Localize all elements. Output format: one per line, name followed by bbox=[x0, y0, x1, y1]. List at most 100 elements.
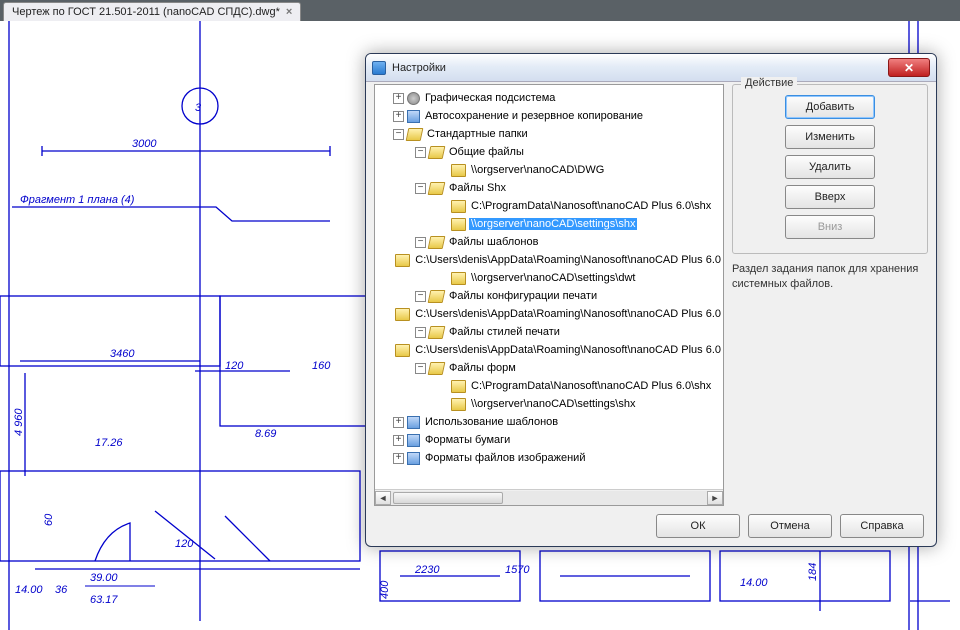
tree-row[interactable]: − Файлы стилей печати bbox=[375, 323, 723, 341]
svg-text:1570: 1570 bbox=[505, 564, 530, 576]
tree-row[interactable]: \\orgserver\nanoCAD\DWG bbox=[375, 161, 723, 179]
expand-icon[interactable]: − bbox=[415, 291, 426, 302]
tree-label: Графическая подсистема bbox=[423, 92, 557, 104]
scroll-right-icon[interactable]: ► bbox=[707, 491, 723, 505]
folder-open-icon bbox=[428, 236, 446, 249]
svg-text:Фрагмент 1 плана (4): Фрагмент 1 плана (4) bbox=[20, 194, 135, 206]
tree-label: Использование шаблонов bbox=[423, 416, 560, 428]
expand-icon[interactable]: − bbox=[415, 183, 426, 194]
tree-label: Общие файлы bbox=[447, 146, 526, 158]
folder-closed-icon bbox=[451, 398, 466, 411]
tree-row[interactable]: + Форматы бумаги bbox=[375, 431, 723, 449]
move-up-button[interactable]: Вверх bbox=[785, 185, 875, 209]
tree-row[interactable]: −Файлы шаблонов bbox=[375, 233, 723, 251]
tree-label: \\orgserver\nanoCAD\settings\shx bbox=[469, 398, 637, 410]
tree-label: \\orgserver\nanoCAD\settings\shx bbox=[469, 218, 637, 230]
folder-closed-icon bbox=[451, 164, 466, 177]
svg-text:14.00: 14.00 bbox=[15, 584, 43, 596]
tree-label: Форматы файлов изображений bbox=[423, 452, 587, 464]
svg-text:63.17: 63.17 bbox=[90, 594, 118, 606]
tree-row[interactable]: \\orgserver\nanoCAD\settings\shx bbox=[375, 215, 723, 233]
dialog-titlebar[interactable]: Настройки ✕ bbox=[366, 54, 936, 82]
tree-row[interactable]: + Использование шаблонов bbox=[375, 413, 723, 431]
expand-icon[interactable]: − bbox=[415, 327, 426, 338]
scroll-thumb[interactable] bbox=[393, 492, 503, 504]
disk-icon bbox=[407, 416, 420, 429]
expand-icon[interactable]: − bbox=[415, 147, 426, 158]
tree-row[interactable]: \\orgserver\nanoCAD\settings\shx bbox=[375, 395, 723, 413]
folder-open-icon bbox=[428, 182, 446, 195]
expand-icon[interactable]: + bbox=[393, 453, 404, 464]
folder-closed-icon bbox=[451, 218, 466, 231]
svg-text:39.00: 39.00 bbox=[90, 572, 118, 584]
tree-row[interactable]: + Форматы файлов изображений bbox=[375, 449, 723, 467]
expand-icon[interactable]: + bbox=[393, 111, 404, 122]
folder-closed-icon bbox=[451, 272, 466, 285]
tree-row[interactable]: −Файлы форм bbox=[375, 359, 723, 377]
cancel-button[interactable]: Отмена bbox=[748, 514, 832, 538]
app-icon bbox=[372, 61, 386, 75]
folder-open-icon bbox=[428, 326, 446, 339]
tree-row[interactable]: \\orgserver\nanoCAD\settings\dwt bbox=[375, 269, 723, 287]
disk-icon bbox=[407, 434, 420, 447]
svg-text:120: 120 bbox=[175, 538, 194, 550]
tree-label: C:\Users\denis\AppData\Roaming\Nanosoft\… bbox=[413, 308, 723, 320]
tree-label: \\orgserver\nanoCAD\settings\dwt bbox=[469, 272, 637, 284]
expand-icon[interactable]: − bbox=[415, 363, 426, 374]
expand-icon[interactable]: + bbox=[393, 435, 404, 446]
svg-text:8.69: 8.69 bbox=[255, 428, 276, 440]
tree-row[interactable]: C:\ProgramData\Nanosoft\nanoCAD Plus 6.0… bbox=[375, 197, 723, 215]
tree-label: C:\Users\denis\AppData\Roaming\Nanosoft\… bbox=[413, 344, 723, 356]
svg-text:3: 3 bbox=[195, 102, 202, 114]
tree-row[interactable]: + Графическая подсистема bbox=[375, 89, 723, 107]
close-button[interactable]: ✕ bbox=[888, 58, 930, 77]
disk-icon bbox=[407, 452, 420, 465]
tree-row[interactable]: +Автосохранение и резервное копирование bbox=[375, 107, 723, 125]
tree-row[interactable]: −Файлы конфигурации печати bbox=[375, 287, 723, 305]
tree-label: Файлы Shx bbox=[447, 182, 508, 194]
dialog-footer: ОК Отмена Справка bbox=[366, 514, 936, 538]
settings-tree[interactable]: + Графическая подсистема +Автосохранение и… bbox=[374, 84, 724, 506]
expand-icon[interactable]: + bbox=[393, 417, 404, 428]
tree-label: C:\ProgramData\Nanosoft\nanoCAD Plus 6.0… bbox=[469, 380, 713, 392]
tree-label: C:\Users\denis\AppData\Roaming\Nanosoft\… bbox=[413, 254, 723, 266]
expand-icon[interactable]: + bbox=[393, 93, 404, 104]
tree-label: Файлы стилей печати bbox=[447, 326, 562, 338]
tree-row[interactable]: − Стандартные папки bbox=[375, 125, 723, 143]
tab-title: Чертеж по ГОСТ 21.501-2011 (nanoCAD СПДС… bbox=[12, 6, 280, 18]
tree-row[interactable]: C:\Users\denis\AppData\Roaming\Nanosoft\… bbox=[375, 251, 723, 269]
tree-row[interactable]: − Общие файлы bbox=[375, 143, 723, 161]
help-button[interactable]: Справка bbox=[840, 514, 924, 538]
document-tab[interactable]: Чертеж по ГОСТ 21.501-2011 (nanoCAD СПДС… bbox=[3, 2, 301, 21]
svg-text:14.00: 14.00 bbox=[740, 577, 768, 589]
actions-pane: Действие Добавить Изменить Удалить Вверх… bbox=[732, 84, 928, 506]
expand-icon[interactable]: − bbox=[393, 129, 404, 140]
svg-text:60: 60 bbox=[43, 513, 55, 526]
add-button[interactable]: Добавить bbox=[785, 95, 875, 119]
horizontal-scrollbar[interactable]: ◄ ► bbox=[375, 489, 723, 505]
tree-row[interactable]: C:\Users\denis\AppData\Roaming\Nanosoft\… bbox=[375, 305, 723, 323]
scroll-left-icon[interactable]: ◄ bbox=[375, 491, 391, 505]
folder-closed-icon bbox=[395, 308, 410, 321]
tree-row[interactable]: C:\ProgramData\Nanosoft\nanoCAD Plus 6.0… bbox=[375, 377, 723, 395]
tree-row[interactable]: − Файлы Shx bbox=[375, 179, 723, 197]
move-down-button[interactable]: Вниз bbox=[785, 215, 875, 239]
tree-label: Форматы бумаги bbox=[423, 434, 512, 446]
edit-button[interactable]: Изменить bbox=[785, 125, 875, 149]
expand-icon[interactable]: − bbox=[415, 237, 426, 248]
folder-open-icon bbox=[428, 362, 446, 375]
svg-text:4 960: 4 960 bbox=[13, 408, 25, 436]
delete-button[interactable]: Удалить bbox=[785, 155, 875, 179]
ok-button[interactable]: ОК bbox=[656, 514, 740, 538]
folder-closed-icon bbox=[395, 254, 410, 267]
folder-closed-icon bbox=[395, 344, 410, 357]
close-icon[interactable]: × bbox=[286, 6, 292, 18]
dialog-title: Настройки bbox=[392, 62, 888, 74]
tree-label: C:\ProgramData\Nanosoft\nanoCAD Plus 6.0… bbox=[469, 200, 713, 212]
svg-text:400: 400 bbox=[379, 580, 391, 599]
svg-text:2230: 2230 bbox=[414, 564, 440, 576]
tree-label: \\orgserver\nanoCAD\DWG bbox=[469, 164, 606, 176]
settings-dialog: Настройки ✕ + Графическая подсистема +Авто… bbox=[365, 53, 937, 547]
tree-row[interactable]: C:\Users\denis\AppData\Roaming\Nanosoft\… bbox=[375, 341, 723, 359]
tree-label: Стандартные папки bbox=[425, 128, 530, 140]
